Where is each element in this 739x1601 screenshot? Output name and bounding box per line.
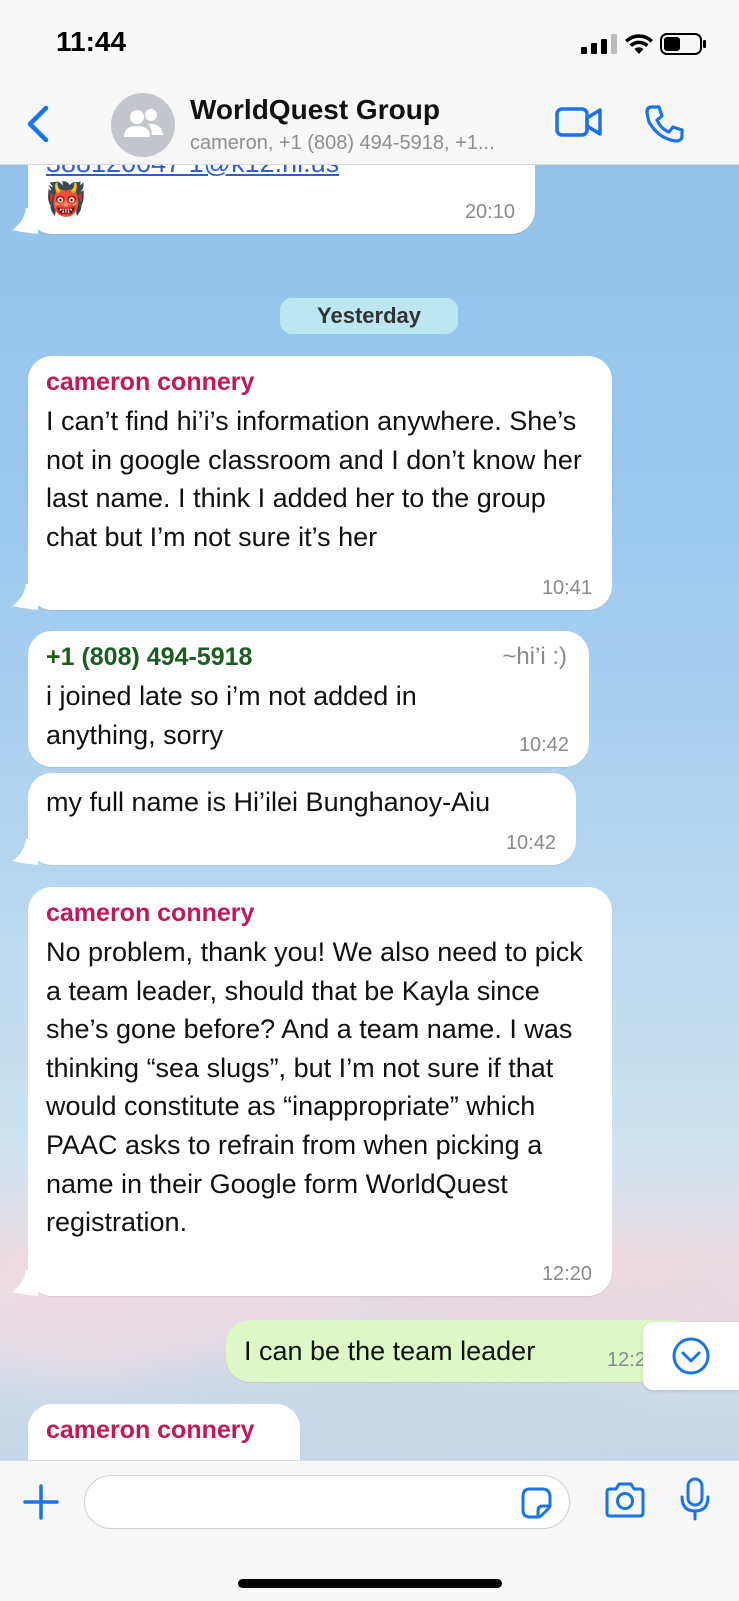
sticker-icon[interactable] [519, 1486, 553, 1520]
video-camera-icon[interactable] [555, 104, 603, 140]
message-text: No problem, thank you! We also need to p… [46, 937, 583, 1238]
sender-phone[interactable]: +1 (808) 494-5918 [46, 643, 252, 672]
bubble-tail [12, 584, 38, 610]
message-time: 20:10 [464, 201, 515, 223]
date-separator: Yesterday [280, 298, 458, 334]
plus-icon[interactable] [22, 1483, 60, 1521]
wifi-icon [625, 34, 653, 54]
message-time: 12:2 [607, 1349, 646, 1371]
camera-icon[interactable] [604, 1481, 646, 1519]
message-text: my full name is Hi’ilei Bunghanoy-Aiu [46, 787, 491, 817]
chat-header: WorldQuest Group cameron, +1 (808) 494-5… [0, 86, 739, 165]
sender-name[interactable]: cameron connery [46, 899, 254, 928]
message-bubble-outgoing[interactable]: I can be the team leader 12:2 [226, 1320, 696, 1382]
status-bar: 11:44 [0, 0, 739, 86]
message-time: 10:42 [518, 734, 569, 756]
chat-participants[interactable]: cameron, +1 (808) 494-5918, +1... [190, 132, 495, 155]
message-text: I can be the team leader [244, 1336, 536, 1366]
chevron-down-circle-icon [672, 1337, 710, 1375]
bubble-tail [12, 1270, 38, 1296]
group-icon [124, 109, 163, 137]
chevron-left-icon[interactable] [20, 104, 56, 144]
message-text: I can’t find hi’i’s information anywhere… [46, 406, 582, 552]
microphone-icon[interactable] [678, 1477, 712, 1521]
message-time: 12:20 [541, 1263, 592, 1285]
message-input-bar [0, 1460, 739, 1601]
chat-title[interactable]: WorldQuest Group [190, 94, 440, 126]
message-bubble[interactable]: cameron connery I can’t find hi’i’s info… [28, 356, 612, 610]
message-time: 10:42 [505, 832, 556, 854]
scroll-to-bottom-button[interactable] [643, 1322, 739, 1390]
bubble-tail [12, 208, 38, 234]
phone-icon[interactable] [644, 104, 684, 144]
battery-icon [660, 33, 706, 55]
message-input[interactable] [84, 1475, 570, 1529]
message-bubble[interactable]: my full name is Hi’ilei Bunghanoy-Aiu 10… [28, 773, 576, 865]
ogre-emoji: 👹 [46, 181, 86, 217]
sender-push-name: ~hi’i :) [502, 643, 567, 670]
sender-name[interactable]: cameron connery [46, 1416, 254, 1445]
group-avatar[interactable] [111, 93, 175, 157]
bubble-tail [12, 839, 38, 865]
message-text: i joined late so i’m not added in anythi… [46, 681, 417, 750]
message-bubble[interactable]: cameron connery No problem, thank you! W… [28, 887, 612, 1296]
signal-icon [581, 34, 617, 54]
message-bubble[interactable]: +1 (808) 494-5918 ~hi’i :) i joined late… [28, 631, 589, 767]
sender-name[interactable]: cameron connery [46, 368, 254, 397]
message-time: 10:41 [541, 577, 592, 599]
home-indicator [238, 1579, 502, 1588]
status-time: 11:44 [56, 26, 127, 57]
